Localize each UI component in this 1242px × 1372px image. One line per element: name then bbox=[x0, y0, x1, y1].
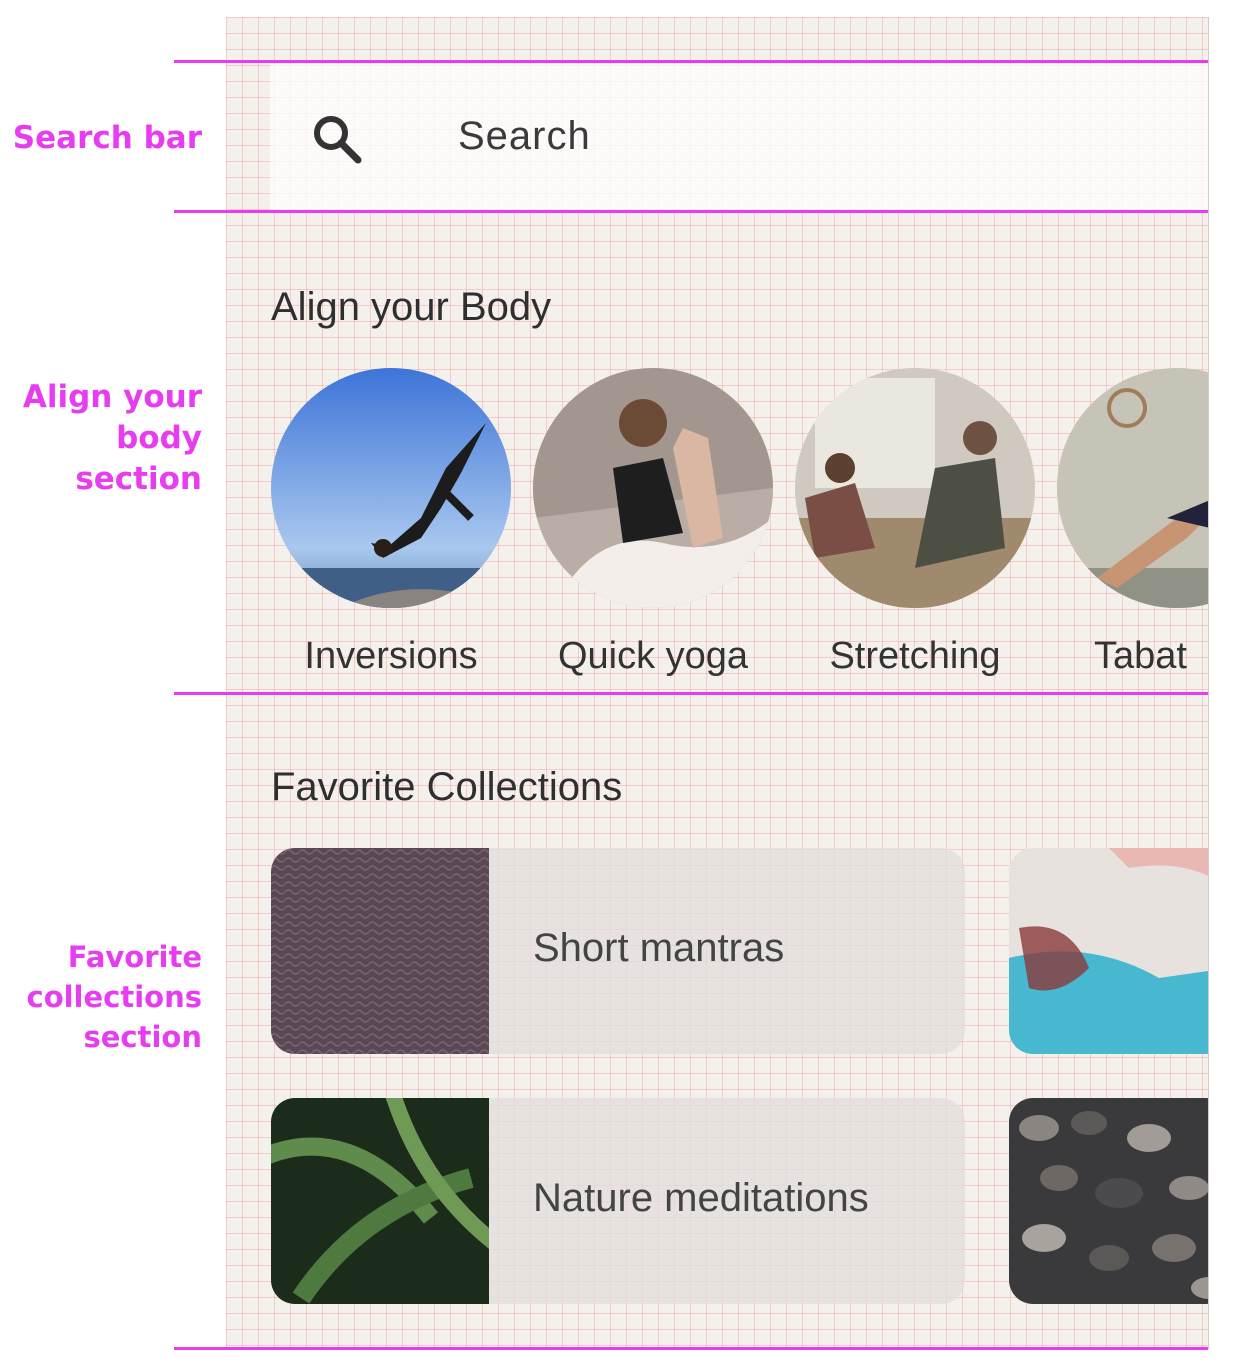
search-bar[interactable]: Search bbox=[270, 64, 1208, 212]
collection-card-short-mantras[interactable]: Short mantras bbox=[271, 848, 965, 1054]
separator-line-top bbox=[174, 60, 1208, 63]
annotation-favorites-line2: collections bbox=[26, 980, 203, 1014]
annotation-align-body-line2: body bbox=[116, 420, 202, 456]
collection-card-peek-pebbles[interactable] bbox=[1009, 1098, 1208, 1304]
collection-card-nature-meditations[interactable]: Nature meditations bbox=[271, 1098, 965, 1304]
annotation-favorite-collections: Favorite collections section bbox=[27, 937, 203, 1057]
annotation-favorites-line3: section bbox=[83, 1020, 203, 1054]
align-body-item-stretching-image[interactable] bbox=[795, 368, 1035, 608]
annotation-search-bar-text: Search bar bbox=[12, 120, 202, 156]
collection-label-short-mantras: Short mantras bbox=[533, 926, 785, 970]
annotation-align-body-line3: section bbox=[75, 461, 202, 497]
collection-label-nature-meditations: Nature meditations bbox=[533, 1176, 869, 1220]
align-body-item-stretching-label[interactable]: Stretching bbox=[784, 635, 1046, 678]
search-icon bbox=[310, 112, 364, 166]
annotation-favorites-line1: Favorite bbox=[67, 940, 202, 974]
annotation-align-body-line1: Align your bbox=[22, 379, 202, 415]
align-body-item-tabata-label[interactable]: Tabat bbox=[1094, 635, 1187, 678]
align-body-item-quick-yoga-image[interactable] bbox=[533, 368, 773, 608]
collection-image-leaves bbox=[271, 1098, 489, 1304]
annotation-align-body: Align your body section bbox=[23, 377, 202, 500]
separator-line-align-bottom bbox=[174, 692, 1208, 695]
annotation-search-bar: Search bar bbox=[13, 118, 202, 159]
favorite-collections-title: Favorite Collections bbox=[271, 765, 623, 809]
align-body-item-inversions-image[interactable] bbox=[271, 368, 511, 608]
app-screen: Search Align your Body Inversions Quick … bbox=[226, 17, 1209, 1349]
align-body-item-quick-yoga-label[interactable]: Quick yoga bbox=[522, 635, 784, 678]
search-input[interactable]: Search bbox=[458, 114, 591, 159]
collection-image-ocean bbox=[271, 848, 489, 1054]
separator-line-search-bottom bbox=[174, 210, 1208, 213]
align-body-title: Align your Body bbox=[271, 285, 552, 329]
align-body-item-tabata-image[interactable] bbox=[1057, 368, 1208, 608]
align-body-item-inversions-label[interactable]: Inversions bbox=[260, 635, 522, 678]
separator-line-favorites-bottom bbox=[174, 1347, 1208, 1350]
collection-card-peek-aerial[interactable] bbox=[1009, 848, 1208, 1054]
